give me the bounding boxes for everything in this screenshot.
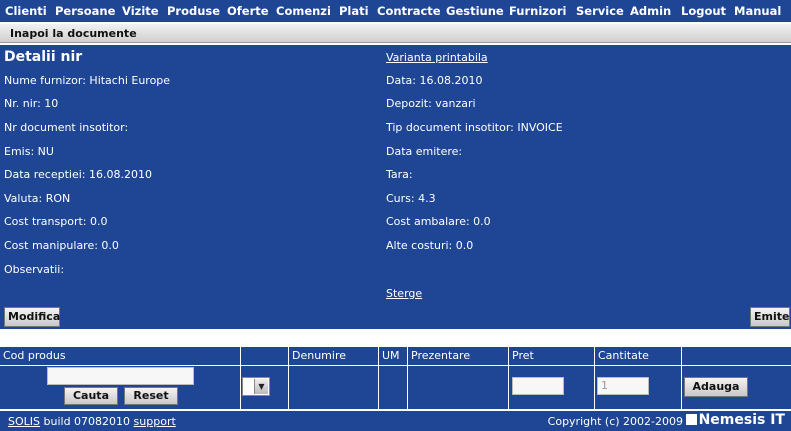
search-button[interactable]: Cauta — [64, 387, 118, 405]
chevron-down-icon: ▼ — [254, 379, 268, 394]
nav-item-clienti[interactable]: Clienti — [5, 4, 47, 18]
nir-details-panel: Detalii nir Varianta printabila Nume fur… — [0, 45, 791, 329]
section-gap — [0, 329, 791, 347]
nav-item-gestiune[interactable]: Gestiune — [446, 4, 504, 18]
packaging-cost: Cost ambalare: 0.0 — [386, 215, 491, 228]
header-blank — [241, 347, 289, 365]
delete-link[interactable]: Sterge — [386, 287, 422, 300]
top-navigation: Clienti Persoane Vizite Produse Oferte C… — [0, 0, 791, 22]
build-text: build 07082010 — [43, 415, 131, 428]
nav-item-manual[interactable]: Manual — [734, 4, 781, 18]
add-button[interactable]: Adauga — [684, 377, 748, 397]
exchange-rate: Curs: 4.3 — [386, 192, 436, 205]
reset-button[interactable]: Reset — [124, 387, 178, 405]
emis-status: Emis: NU — [4, 145, 54, 158]
support-link[interactable]: support — [134, 415, 176, 428]
cell-unit — [379, 365, 408, 409]
quantity-input[interactable]: 1 — [597, 377, 649, 395]
header-quantity: Cantitate — [595, 347, 682, 365]
nir-number: Nr. nir: 10 — [4, 97, 59, 110]
transport-cost: Cost transport: 0.0 — [4, 215, 108, 228]
country: Tara: — [386, 168, 413, 181]
receipt-date: Data receptiei: 16.08.2010 — [4, 168, 152, 181]
emit-button[interactable]: Emite — [750, 307, 790, 327]
footer: SOLIS build 07082010 support Copyright (… — [0, 411, 791, 431]
issue-date: Data emitere: — [386, 145, 463, 158]
supplier-name: Nume furnizor: Hitachi Europe — [4, 74, 171, 87]
back-to-documents-link[interactable]: Inapoi la documente — [10, 27, 137, 40]
nav-item-vizite[interactable]: Vizite — [122, 4, 159, 18]
solis-link[interactable]: SOLIS — [8, 415, 40, 428]
panel-title: Detalii nir — [4, 49, 83, 65]
cell-presentation — [408, 365, 509, 409]
other-costs: Alte costuri: 0.0 — [386, 239, 474, 252]
currency: Valuta: RON — [4, 192, 71, 205]
header-name: Denumire — [289, 347, 379, 365]
warehouse: Depozit: vanzari — [386, 97, 476, 110]
header-unit: UM — [379, 347, 408, 365]
header-price: Pret — [509, 347, 595, 365]
nav-item-produse[interactable]: Produse — [167, 4, 220, 18]
nav-item-oferte[interactable]: Oferte — [227, 4, 269, 18]
notes: Observatii: — [4, 263, 65, 276]
nav-item-admin[interactable]: Admin — [630, 4, 671, 18]
accompanying-doc-type: Tip document insotitor: INVOICE — [386, 121, 563, 134]
nav-item-comenzi[interactable]: Comenzi — [276, 4, 331, 18]
product-entry-grid: Cod produs Denumire UM Prezentare Pret C… — [0, 347, 791, 409]
copyright: Copyright (c) 2002-2009 — [547, 415, 683, 428]
nav-item-persoane[interactable]: Persoane — [55, 4, 115, 18]
nav-item-furnizori[interactable]: Furnizori — [509, 4, 566, 18]
brand-mark-icon — [685, 414, 697, 425]
brand-name: Nemesis IT — [698, 412, 785, 428]
nav-item-logout[interactable]: Logout — [681, 4, 726, 18]
header-presentation: Prezentare — [408, 347, 509, 365]
product-select[interactable]: ▼ — [242, 377, 270, 396]
header-product-code: Cod produs — [0, 347, 241, 365]
price-input[interactable] — [512, 377, 564, 395]
nav-item-plati[interactable]: Plati — [339, 4, 369, 18]
handling-cost: Cost manipulare: 0.0 — [4, 239, 119, 252]
accompanying-doc-number: Nr document insotitor: — [4, 121, 129, 134]
cell-name — [289, 365, 379, 409]
product-code-input[interactable] — [47, 367, 194, 385]
document-date: Data: 16.08.2010 — [386, 74, 483, 87]
brand-logo: Nemesis IT — [685, 412, 785, 428]
modify-button[interactable]: Modifica — [4, 307, 60, 327]
header-actions — [682, 347, 791, 365]
nav-item-contracte[interactable]: Contracte — [377, 4, 441, 18]
sub-toolbar: Inapoi la documente — [0, 24, 791, 43]
printable-version-link[interactable]: Varianta printabila — [386, 51, 488, 64]
nav-item-service[interactable]: Service — [576, 4, 624, 18]
footer-build-info: SOLIS build 07082010 support — [8, 415, 176, 428]
